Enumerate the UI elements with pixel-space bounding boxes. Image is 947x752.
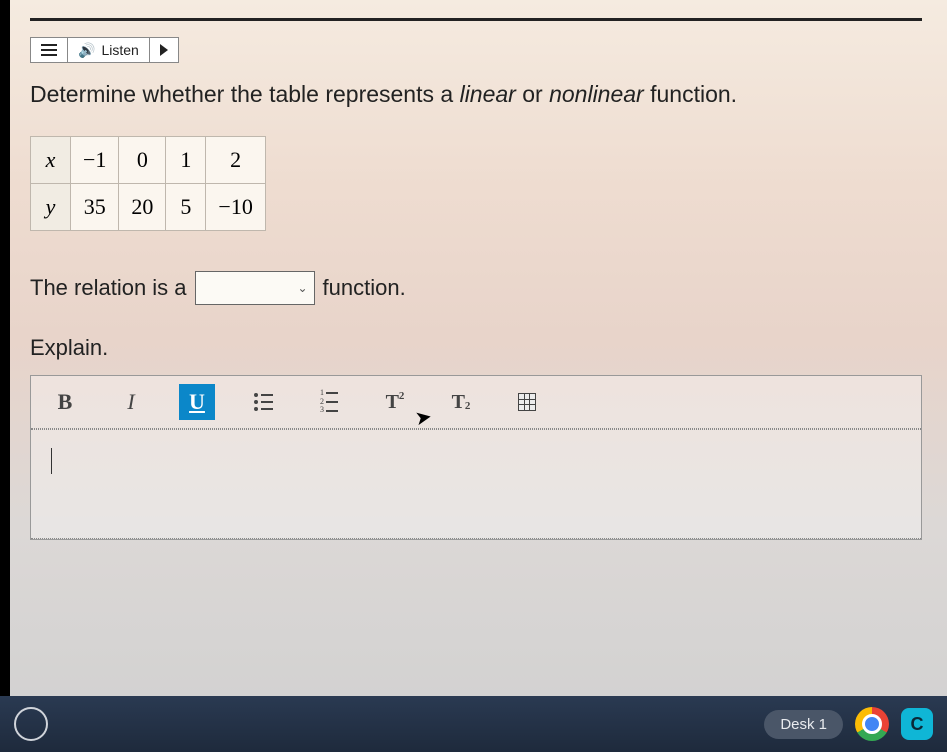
- desk-indicator[interactable]: Desk 1: [764, 710, 843, 739]
- cell: 5: [166, 184, 206, 231]
- answer-prefix: The relation is a: [30, 275, 187, 301]
- subscript-button[interactable]: T2: [443, 384, 479, 420]
- cell: 35: [71, 184, 119, 231]
- chevron-down-icon: ⌄: [297, 281, 307, 295]
- menu-button[interactable]: [31, 38, 68, 62]
- cell: 2: [206, 137, 265, 184]
- cell: 1: [166, 137, 206, 184]
- bold-button[interactable]: B: [47, 384, 83, 420]
- launcher-button[interactable]: [14, 707, 48, 741]
- explain-label: Explain.: [30, 335, 922, 361]
- data-table: x −1 0 1 2 y 35 20 5 −10: [30, 136, 266, 231]
- speaker-icon: 🔊: [78, 43, 95, 57]
- app-icon[interactable]: C: [901, 708, 933, 740]
- table-icon: [518, 393, 536, 411]
- insert-table-button[interactable]: [509, 384, 545, 420]
- bullet-list-button[interactable]: [245, 384, 281, 420]
- row-label-x: x: [31, 137, 71, 184]
- listen-label: Listen: [101, 42, 138, 58]
- numbered-list-button[interactable]: 1 2 3: [311, 384, 347, 420]
- cell: 0: [119, 137, 166, 184]
- cell: 20: [119, 184, 166, 231]
- listen-button[interactable]: 🔊 Listen: [68, 38, 150, 62]
- table-row: x −1 0 1 2: [31, 137, 266, 184]
- question-toolbar: 🔊 Listen: [30, 37, 179, 63]
- hamburger-icon: [41, 44, 57, 56]
- superscript-button[interactable]: T2: [377, 384, 413, 420]
- editor-toolbar: B I U 1 2 3 T2 T2: [31, 376, 921, 429]
- bullet-list-icon: [254, 393, 273, 411]
- question-text: Determine whether the table represents a…: [30, 81, 922, 108]
- play-icon: [160, 44, 168, 56]
- cell: −1: [71, 137, 119, 184]
- underline-button[interactable]: U: [179, 384, 215, 420]
- italic-button[interactable]: I: [113, 384, 149, 420]
- row-label-y: y: [31, 184, 71, 231]
- answer-dropdown[interactable]: ⌄: [195, 271, 315, 305]
- rich-text-editor: B I U 1 2 3 T2 T2: [30, 375, 922, 540]
- editor-textarea[interactable]: [31, 429, 921, 539]
- answer-suffix: function.: [323, 275, 406, 301]
- taskbar: Desk 1 C: [0, 696, 947, 752]
- text-caret: [51, 448, 52, 474]
- table-row: y 35 20 5 −10: [31, 184, 266, 231]
- cell: −10: [206, 184, 265, 231]
- answer-sentence: The relation is a ⌄ function.: [30, 271, 922, 305]
- chrome-icon[interactable]: [855, 707, 889, 741]
- numbered-list-icon: 1 2 3: [320, 389, 338, 415]
- play-button[interactable]: [150, 38, 178, 62]
